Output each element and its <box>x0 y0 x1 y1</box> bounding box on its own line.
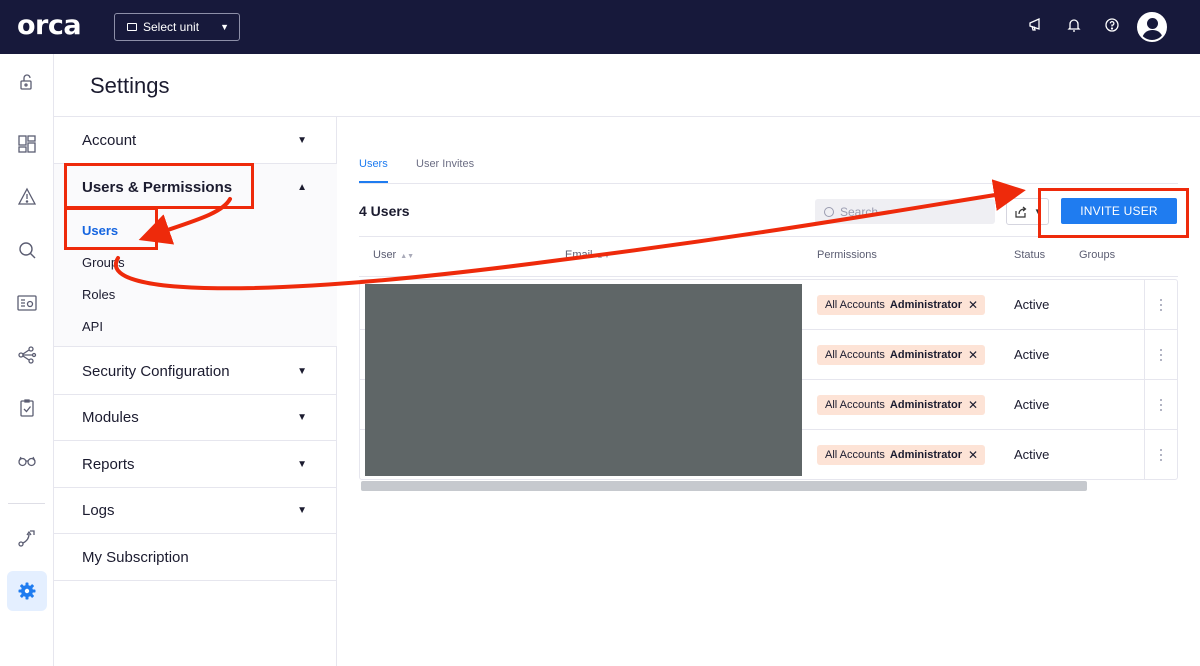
column-user-label: User <box>373 249 397 261</box>
horizontal-scrollbar[interactable] <box>361 481 1087 491</box>
search-icon[interactable] <box>17 240 37 260</box>
inventory-icon[interactable] <box>17 293 37 313</box>
share-icon <box>1015 206 1027 218</box>
nav-logs-label: Logs <box>82 501 115 519</box>
nav-account-label: Account <box>82 131 137 149</box>
alert-icon[interactable] <box>17 187 37 207</box>
row-menu[interactable] <box>1144 380 1177 429</box>
search-icon <box>824 206 834 217</box>
highlight-invite-user <box>1038 188 1189 238</box>
kebab-icon <box>1160 299 1162 301</box>
subnav-roles[interactable]: Roles <box>82 287 115 302</box>
unit-select-label: Select unit <box>143 20 200 34</box>
permission-role: Administrator <box>889 449 963 461</box>
logo-text: orca <box>17 10 82 41</box>
subnav-groups[interactable]: Groups <box>82 255 125 270</box>
left-rail <box>0 54 54 666</box>
permission-role: Administrator <box>889 299 963 311</box>
help-icon[interactable] <box>1102 17 1122 37</box>
dashboard-icon[interactable] <box>17 134 37 154</box>
highlight-users-permissions <box>64 163 254 209</box>
compliance-icon[interactable] <box>17 398 37 418</box>
permission-role: Administrator <box>889 349 963 361</box>
caret-down-icon: ▼ <box>297 365 307 377</box>
column-groups: Groups <box>1079 249 1116 261</box>
orca-logo[interactable]: orca <box>17 10 82 41</box>
permission-scope: All Accounts <box>825 449 885 461</box>
row-menu[interactable] <box>1144 430 1177 479</box>
permission-role: Administrator <box>889 399 963 411</box>
status-text: Active <box>1014 397 1050 412</box>
tab-active-indicator <box>359 181 388 183</box>
caret-down-icon: ▼ <box>220 22 229 32</box>
status-text: Active <box>1014 297 1050 312</box>
sort-icon: ▲▼ <box>400 253 415 260</box>
nav-account[interactable]: Account ▼ <box>54 117 337 164</box>
close-icon[interactable]: ✕ <box>968 398 978 412</box>
subnav-api[interactable]: API <box>82 319 103 334</box>
permission-chip: All Accounts Administrator ✕ <box>817 395 986 415</box>
permission-scope: All Accounts <box>825 399 885 411</box>
rail-separator <box>8 503 45 504</box>
nav-reports-label: Reports <box>82 455 135 473</box>
unit-select[interactable]: Select unit ▼ <box>114 13 240 41</box>
nav-security-label: Security Configuration <box>82 362 230 380</box>
column-email-label: Email <box>565 249 593 261</box>
graph-icon[interactable] <box>17 345 37 365</box>
nav-subscription-label: My Subscription <box>82 548 189 566</box>
nav-modules-label: Modules <box>82 408 139 426</box>
caret-up-icon: ▲ <box>297 181 307 193</box>
kebab-icon <box>1160 449 1162 451</box>
search-input[interactable]: Search <box>815 199 995 224</box>
lock-icon[interactable] <box>17 72 37 92</box>
close-icon[interactable]: ✕ <box>968 298 978 312</box>
bell-icon[interactable] <box>1064 17 1084 37</box>
column-user[interactable]: User ▲▼ <box>373 249 414 261</box>
permission-chip: All Accounts Administrator ✕ <box>817 295 986 315</box>
nav-logs[interactable]: Logs ▼ <box>54 487 337 534</box>
row-menu[interactable] <box>1144 330 1177 379</box>
page-title: Settings <box>90 73 170 98</box>
users-count: 4 Users <box>359 203 410 219</box>
column-email[interactable]: Email ▲▼ <box>565 249 610 261</box>
close-icon[interactable]: ✕ <box>968 448 978 462</box>
close-icon[interactable]: ✕ <box>968 348 978 362</box>
permission-scope: All Accounts <box>825 349 885 361</box>
vulnerability-icon[interactable] <box>17 451 37 471</box>
caret-down-icon: ▼ <box>297 458 307 470</box>
avatar-head <box>1147 18 1158 29</box>
kebab-icon <box>1160 349 1162 351</box>
megaphone-icon[interactable] <box>1026 17 1046 37</box>
sort-icon: ▲▼ <box>596 253 611 260</box>
avatar-body <box>1142 30 1163 40</box>
nav-security-configuration[interactable]: Security Configuration ▼ <box>54 348 337 395</box>
top-bar: orca Select unit ▼ <box>0 0 1200 54</box>
users-table-header: User ▲▼ Email ▲▼ Permissions Status Groups <box>359 236 1178 277</box>
nav-modules[interactable]: Modules ▼ <box>54 394 337 441</box>
highlight-users-subnav <box>64 207 158 250</box>
search-placeholder: Search <box>840 204 879 219</box>
settings-icon[interactable] <box>17 581 37 601</box>
permission-chip: All Accounts Administrator ✕ <box>817 445 986 465</box>
permission-scope: All Accounts <box>825 299 885 311</box>
caret-down-icon: ▼ <box>297 504 307 516</box>
avatar-icon[interactable] <box>1137 12 1167 42</box>
tab-user-invites[interactable]: User Invites <box>416 158 474 170</box>
tab-users[interactable]: Users <box>359 158 388 170</box>
nav-my-subscription[interactable]: My Subscription <box>54 534 337 581</box>
integrations-icon[interactable] <box>17 528 37 548</box>
nav-reports[interactable]: Reports ▼ <box>54 441 337 488</box>
permission-chip: All Accounts Administrator ✕ <box>817 345 986 365</box>
redacted-user-email-block <box>365 284 802 476</box>
caret-down-icon: ▼ <box>297 134 307 146</box>
unit-icon <box>127 23 137 31</box>
row-menu[interactable] <box>1144 280 1177 329</box>
caret-down-icon: ▼ <box>297 411 307 423</box>
status-text: Active <box>1014 347 1050 362</box>
users-tabs: Users User Invites <box>359 150 1178 184</box>
status-text: Active <box>1014 447 1050 462</box>
column-permissions: Permissions <box>817 249 877 261</box>
column-status: Status <box>1014 249 1046 261</box>
kebab-icon <box>1160 399 1162 401</box>
